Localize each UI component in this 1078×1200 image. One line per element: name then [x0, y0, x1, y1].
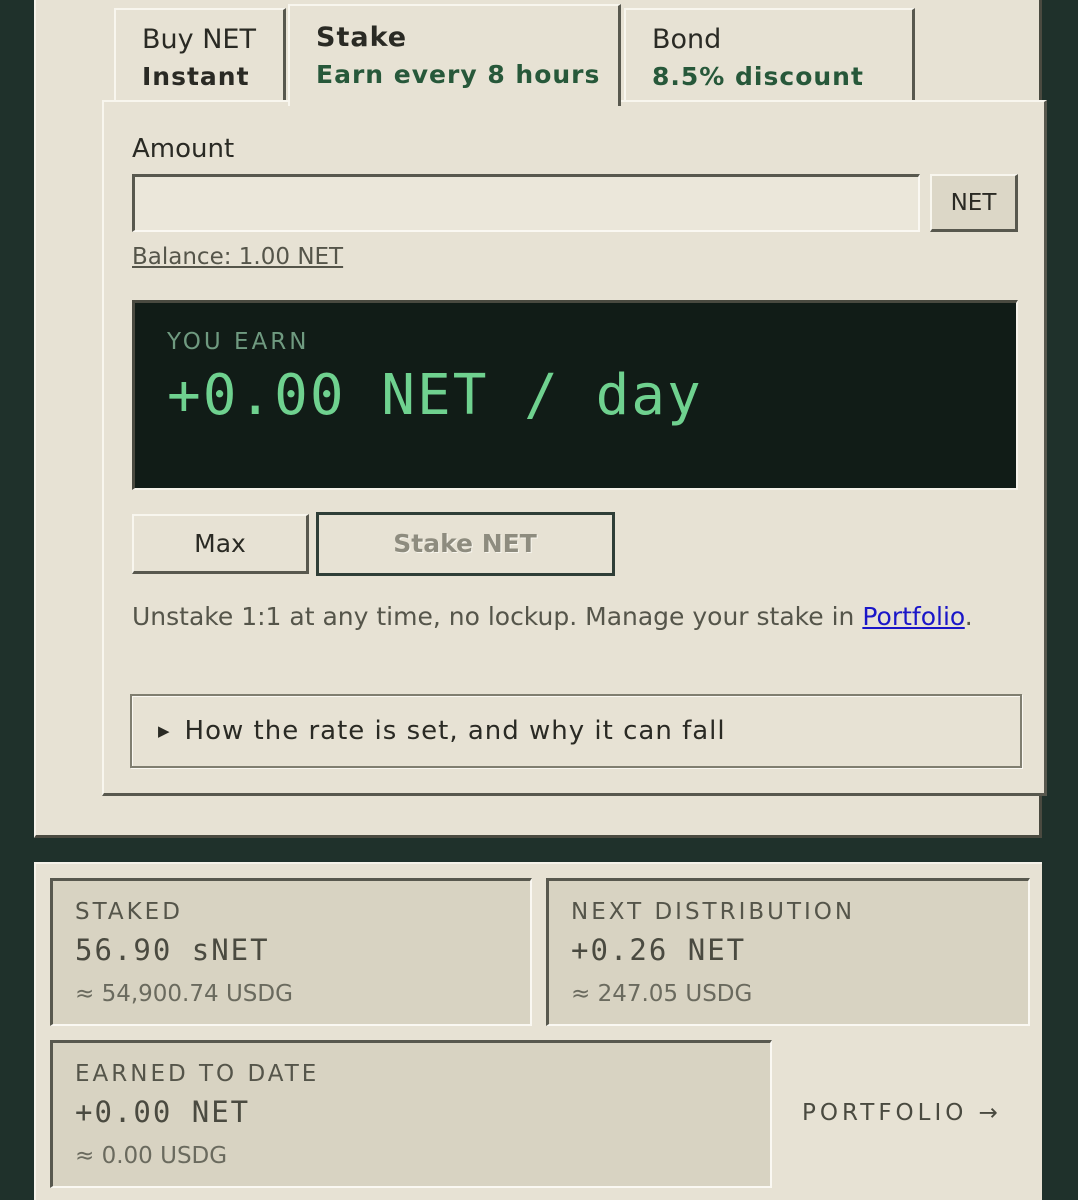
tab-bond[interactable]: Bond 8.5% discount	[624, 8, 915, 102]
amount-input[interactable]	[132, 174, 920, 232]
stat-staked-label: STAKED	[75, 899, 183, 925]
stat-next-distribution: NEXT DISTRIBUTION +0.26 NET ≈ 247.05 USD…	[546, 878, 1030, 1026]
portfolio-inline-link[interactable]: Portfolio	[862, 602, 964, 631]
stake-window: Buy NET Instant Stake Earn every 8 hours…	[34, 0, 1047, 838]
stat-staked: STAKED 56.90 sNET ≈ 54,900.74 USDG	[50, 878, 532, 1026]
stat-next-label: NEXT DISTRIBUTION	[571, 899, 856, 925]
stat-earned: EARNED TO DATE +0.00 NET ≈ 0.00 USDG	[50, 1040, 772, 1188]
unit-label: NET	[930, 174, 1018, 232]
tab-buy[interactable]: Buy NET Instant	[114, 8, 286, 102]
earn-display: YOU EARN +0.00 NET / day	[132, 300, 1018, 490]
earn-value: +0.00 NET / day	[167, 363, 703, 428]
stat-earned-value: +0.00 NET	[75, 1095, 251, 1129]
note-end: .	[964, 602, 973, 631]
unstake-note: Unstake 1:1 at any time, no lockup. Mana…	[132, 598, 1012, 635]
earn-label: YOU EARN	[167, 329, 310, 355]
rate-details-toggle[interactable]: ▶ How the rate is set, and why it can fa…	[130, 694, 1022, 768]
amount-label: Amount	[132, 134, 235, 164]
tab-buy-subtitle: Instant	[142, 62, 250, 91]
stat-next-usd: ≈ 247.05 USDG	[571, 981, 753, 1007]
stake-button[interactable]: Stake NET	[316, 512, 615, 576]
stats-window: STAKED 56.90 sNET ≈ 54,900.74 USDG NEXT …	[34, 862, 1042, 1200]
tab-stake-title: Stake	[316, 22, 408, 53]
stat-next-value: +0.26 NET	[571, 933, 747, 967]
disclosure-triangle-icon: ▶	[158, 722, 171, 740]
stat-staked-value: 56.90 sNET	[75, 933, 270, 967]
stat-staked-usd: ≈ 54,900.74 USDG	[75, 981, 293, 1007]
max-button[interactable]: Max	[132, 514, 309, 574]
tab-stake-subtitle: Earn every 8 hours	[316, 60, 601, 89]
tab-buy-title: Buy NET	[142, 24, 256, 55]
stat-earned-label: EARNED TO DATE	[75, 1061, 320, 1087]
stake-panel: Amount NET Balance: 1.00 NET YOU EARN +0…	[102, 100, 1047, 796]
balance-link[interactable]: Balance: 1.00 NET	[132, 244, 343, 270]
details-summary: How the rate is set, and why it can fall	[184, 716, 726, 746]
tab-stake[interactable]: Stake Earn every 8 hours	[288, 4, 621, 106]
note-text: Unstake 1:1 at any time, no lockup. Mana…	[132, 602, 863, 631]
stat-earned-usd: ≈ 0.00 USDG	[75, 1143, 228, 1169]
tab-bond-title: Bond	[652, 24, 722, 55]
tab-bond-subtitle: 8.5% discount	[652, 62, 864, 91]
portfolio-link[interactable]: PORTFOLIO →	[802, 1100, 1002, 1126]
